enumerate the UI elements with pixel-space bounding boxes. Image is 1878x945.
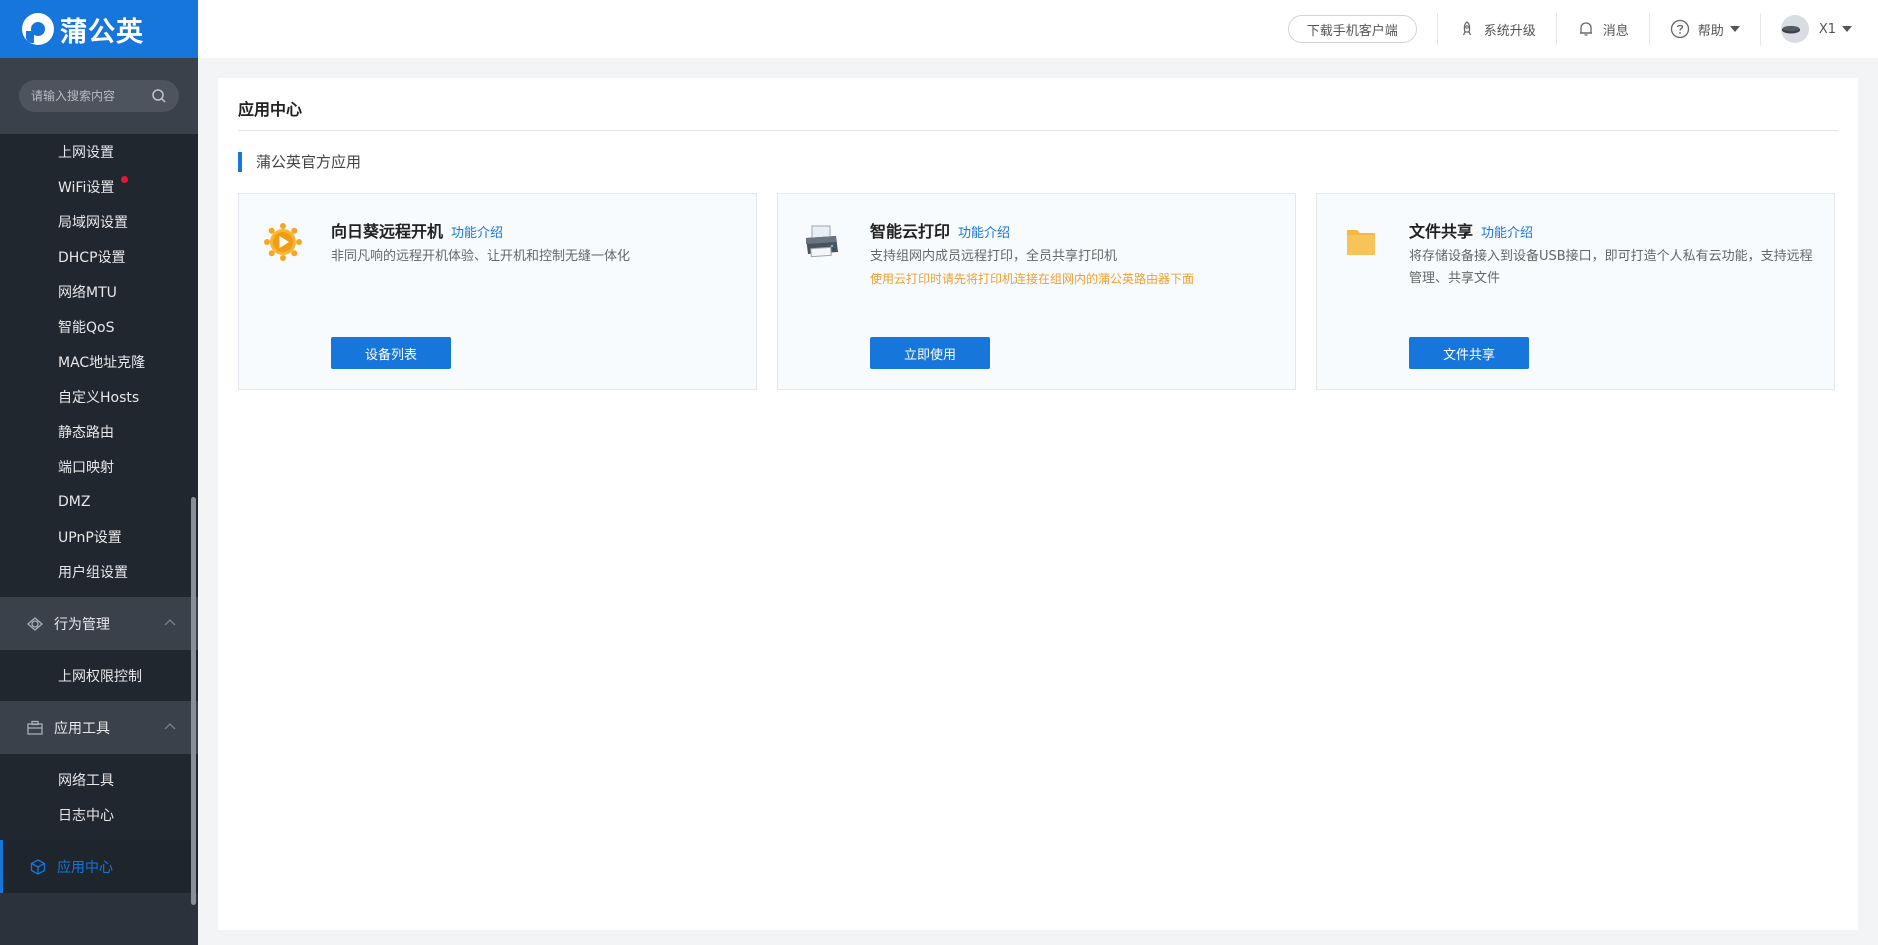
- sidebar-item-wifi[interactable]: WiFi设置: [0, 169, 198, 204]
- help-menu[interactable]: 帮助: [1650, 0, 1760, 58]
- card-title: 文件共享 功能介绍: [1409, 222, 1534, 241]
- card-description: 将存储设备接入到设备USB接口，即可打造个人私有云功能，支持远程管理、共享文件: [1409, 249, 1813, 286]
- file-share-button[interactable]: 文件共享: [1409, 337, 1529, 369]
- sidebar-item-static-route[interactable]: 静态路由: [0, 414, 198, 449]
- section-title: 蒲公英官方应用: [238, 152, 361, 172]
- sunflower-icon: [264, 223, 302, 261]
- device-menu[interactable]: X1: [1761, 0, 1878, 58]
- search-box[interactable]: [19, 80, 179, 112]
- tools-submenu: 网络工具 日志中心: [0, 754, 198, 840]
- toolbox-icon: [27, 720, 43, 735]
- sidebar-item-user-group[interactable]: 用户组设置: [0, 554, 198, 589]
- use-now-button[interactable]: 立即使用: [870, 337, 990, 369]
- logo[interactable]: 蒲公英: [0, 0, 198, 58]
- sidebar-item-access-control[interactable]: 上网权限控制: [0, 658, 198, 693]
- question-icon: [1670, 19, 1689, 39]
- network-submenu: 上网设置 WiFi设置 局域网设置 DHCP设置 网络MTU 智能QoS MAC…: [0, 134, 198, 597]
- cube-icon: [30, 858, 46, 875]
- sidebar-item-hosts[interactable]: 自定义Hosts: [0, 379, 198, 414]
- feature-intro-link[interactable]: 功能介绍: [451, 226, 503, 241]
- sidebar-scrollbar[interactable]: [191, 497, 196, 905]
- search-area: [0, 58, 198, 134]
- sidebar-item-qos[interactable]: 智能QoS: [0, 309, 198, 344]
- sidebar-item-upnp[interactable]: UPnP设置: [0, 519, 198, 554]
- router-icon: [1781, 25, 1800, 34]
- card-warning: 使用云打印时请先将打印机连接在组网内的蒲公英路由器下面: [870, 272, 1195, 286]
- caret-down-icon: [1729, 26, 1740, 32]
- app-card-file-share: 文件共享 功能介绍 将存储设备接入到设备USB接口，即可打造个人私有云功能，支持远…: [1316, 193, 1835, 390]
- rocket-icon: [1462, 21, 1471, 36]
- card-description: 支持组网内成员远程打印，全员共享打印机: [870, 249, 1118, 264]
- sidebar-group-behavior[interactable]: 行为管理: [0, 597, 198, 650]
- card-title: 向日葵远程开机 功能介绍: [331, 222, 504, 241]
- sidebar-item-dmz[interactable]: DMZ: [0, 484, 198, 519]
- sidebar-item-mtu[interactable]: 网络MTU: [0, 274, 198, 309]
- chevron-up-icon: [164, 723, 176, 730]
- sidebar-group-tools[interactable]: 应用工具: [0, 701, 198, 754]
- messages-button[interactable]: 消息: [1557, 0, 1649, 58]
- search-input[interactable]: [31, 89, 143, 103]
- feature-intro-link[interactable]: 功能介绍: [1481, 226, 1533, 241]
- device-avatar: [1780, 15, 1809, 43]
- notification-dot: [121, 176, 128, 183]
- sidebar-item-dhcp[interactable]: DHCP设置: [0, 239, 198, 274]
- logo-icon: [22, 13, 54, 45]
- caret-down-icon: [1842, 26, 1852, 32]
- logo-text: 蒲公英: [60, 16, 144, 48]
- card-title: 智能云打印 功能介绍: [870, 222, 1011, 241]
- sidebar-item-port-mapping[interactable]: 端口映射: [0, 449, 198, 484]
- search-icon[interactable]: [151, 88, 167, 104]
- main-panel: 应用中心 蒲公英官方应用 向日葵远程开机 功能介绍 非同凡响的远程开机体验、让开机…: [218, 78, 1858, 930]
- behavior-icon: [27, 616, 43, 631]
- page-title: 应用中心: [238, 100, 303, 119]
- sidebar-item-app-center[interactable]: 应用中心: [0, 840, 198, 893]
- app-card-remote-boot: 向日葵远程开机 功能介绍 非同凡响的远程开机体验、让开机和控制无缝一体化 设备列表: [238, 193, 757, 390]
- sidebar-item-log-center[interactable]: 日志中心: [0, 797, 198, 832]
- sidebar-item-network-tools[interactable]: 网络工具: [0, 762, 198, 797]
- system-upgrade-button[interactable]: 系统升级: [1438, 0, 1556, 58]
- divider: [238, 130, 1838, 131]
- app-card-cloud-print: 智能云打印 功能介绍 支持组网内成员远程打印，全员共享打印机 使用云打印时请先将打…: [777, 193, 1296, 390]
- sidebar-item-internet[interactable]: 上网设置: [0, 134, 198, 169]
- sidebar-item-lan[interactable]: 局域网设置: [0, 204, 198, 239]
- feature-intro-link[interactable]: 功能介绍: [958, 226, 1010, 241]
- top-bar: 下载手机客户端 系统升级 消息 帮助 X1: [198, 0, 1878, 58]
- sidebar-item-mac-clone[interactable]: MAC地址克隆: [0, 344, 198, 379]
- bell-icon: [1579, 22, 1592, 36]
- chevron-up-icon: [164, 619, 176, 626]
- device-list-button[interactable]: 设备列表: [331, 337, 451, 369]
- behavior-submenu: 上网权限控制: [0, 650, 198, 701]
- printer-icon: [806, 225, 838, 258]
- card-description: 非同凡响的远程开机体验、让开机和控制无缝一体化: [331, 249, 631, 264]
- download-app-button[interactable]: 下载手机客户端: [1287, 15, 1417, 43]
- folder-icon: [1347, 230, 1375, 255]
- sidebar: 蒲公英 上网设置 WiFi设置 局域网设置 DHCP设置 网络MTU 智能QoS…: [0, 0, 198, 945]
